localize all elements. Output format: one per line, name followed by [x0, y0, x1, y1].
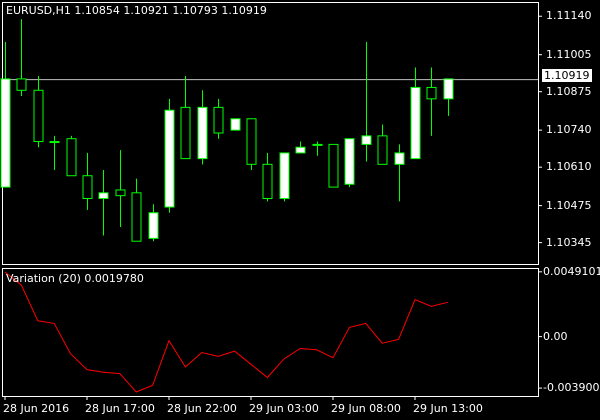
- bear-candle: [213, 106, 224, 134]
- indicator-title: Variation (20) 0.0019780: [6, 272, 144, 285]
- indicator-tick-label: 0.00: [543, 329, 568, 343]
- bear-candle: [180, 106, 191, 160]
- chart-canvas[interactable]: [0, 0, 600, 420]
- time-tick-label: 29 Jun 03:00: [249, 402, 319, 415]
- price-tick-label: 1.10610: [546, 160, 592, 174]
- indicator-tick-label: 0.0049101: [543, 264, 600, 278]
- variation-line: [4, 271, 448, 393]
- bull-candle: [344, 138, 355, 185]
- time-tick-label: 28 Jun 22:00: [167, 402, 237, 415]
- bull-candle: [197, 106, 208, 160]
- time-tick-label: 29 Jun 13:00: [413, 402, 483, 415]
- time-tick-label: 28 Jun 17:00: [85, 402, 155, 415]
- bull-candle: [98, 192, 109, 200]
- trading-chart-window: EURUSD,H1 1.10854 1.10921 1.10793 1.1091…: [0, 0, 600, 420]
- main-chart-title: EURUSD,H1 1.10854 1.10921 1.10793 1.1091…: [6, 4, 267, 17]
- price-chart-frame: [2, 2, 539, 265]
- bear-candle: [262, 163, 273, 199]
- indicator-chart-frame: [2, 268, 539, 397]
- bear-candle: [16, 78, 27, 91]
- bull-candle: [295, 146, 306, 154]
- bull-candle: [312, 143, 323, 146]
- price-tick-label: 1.10475: [546, 198, 592, 212]
- price-tick-label: 1.11005: [546, 47, 592, 61]
- bear-candle: [426, 86, 437, 100]
- bull-candle: [443, 78, 454, 100]
- time-tick-label: 29 Jun 08:00: [331, 402, 401, 415]
- time-tick-label: 28 Jun 2016: [3, 402, 70, 415]
- bear-candle: [115, 189, 126, 197]
- bull-candle: [164, 109, 175, 208]
- price-tick-label: 1.10345: [546, 235, 592, 249]
- bear-candle: [131, 192, 142, 242]
- bear-candle: [246, 118, 257, 165]
- bull-candle: [148, 212, 159, 239]
- price-tick-label: 1.10875: [546, 84, 592, 98]
- price-tick-label: 1.11140: [546, 9, 592, 23]
- price-chart[interactable]: [0, 15, 542, 244]
- bear-candle: [33, 89, 44, 143]
- bull-candle: [279, 152, 290, 199]
- bull-candle: [410, 86, 421, 160]
- bear-candle: [66, 138, 77, 177]
- bear-candle: [82, 175, 93, 199]
- bear-candle: [328, 143, 339, 188]
- chart-frames: [2, 2, 539, 397]
- bull-candle: [361, 135, 372, 145]
- bull-candle: [0, 78, 11, 188]
- bull-candle: [394, 152, 405, 165]
- price-tick-label: 1.10740: [546, 123, 592, 137]
- bull-candle: [230, 118, 241, 131]
- bear-candle: [377, 135, 388, 165]
- indicator-tick-label: -0.003900: [543, 381, 600, 395]
- bull-candle: [49, 141, 60, 144]
- indicator-chart[interactable]: [4, 271, 542, 400]
- current-price-marker: 1.10919: [542, 69, 592, 82]
